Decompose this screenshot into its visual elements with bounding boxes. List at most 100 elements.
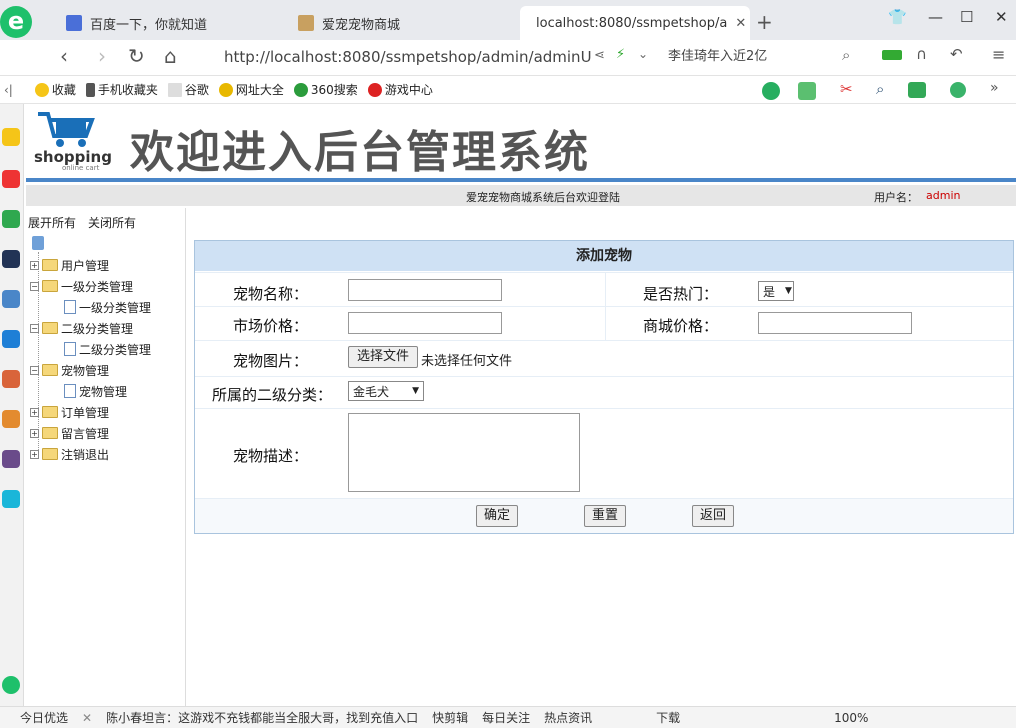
back-icon[interactable]: ‹: [60, 44, 68, 68]
bookmark-360search[interactable]: 360搜索: [293, 81, 358, 98]
image-label: 宠物图片：: [232, 352, 308, 370]
tree-item-order[interactable]: + 订单管理: [30, 402, 109, 422]
minus-icon[interactable]: −: [30, 281, 39, 291]
folder-icon: [42, 406, 58, 418]
tab-baidu[interactable]: 百度一下，你就知道: [58, 6, 288, 40]
game-icon[interactable]: [2, 450, 20, 468]
star-icon[interactable]: [2, 128, 20, 146]
star-icon: [34, 82, 49, 97]
market-price-input[interactable]: [348, 312, 502, 334]
undo-icon[interactable]: ↶: [950, 45, 963, 63]
tab-petshop[interactable]: 爱宠宠物商城: [290, 6, 520, 40]
more-icon[interactable]: »: [990, 80, 999, 96]
bookmark-games[interactable]: 游戏中心: [367, 81, 433, 98]
form-row: [195, 408, 1013, 498]
minus-icon[interactable]: −: [30, 365, 39, 375]
battery-icon[interactable]: [882, 50, 902, 60]
category-select[interactable]: 金毛犬 ▼: [348, 381, 424, 401]
game-icon[interactable]: [2, 370, 20, 388]
plus-icon[interactable]: +: [30, 407, 39, 417]
shop-price-input[interactable]: [758, 312, 912, 334]
bookmark-favorites[interactable]: 收藏: [34, 81, 76, 98]
tab-localhost[interactable]: localhost:8080/ssmpetshop/a ✕: [520, 6, 750, 40]
browser-sidebar: [0, 104, 24, 706]
tree-item-category2-child[interactable]: 二级分类管理: [64, 339, 151, 359]
news-icon[interactable]: [2, 250, 20, 268]
desc-label: 宠物描述：: [232, 447, 308, 465]
menu-icon[interactable]: ≡: [992, 45, 1005, 64]
close-window-icon[interactable]: ✕: [995, 8, 1008, 26]
status-news[interactable]: 陈小春坦言：这游戏不充钱都能当全服大哥，找到充值入口: [106, 709, 418, 726]
share-icon[interactable]: ⋖: [594, 48, 605, 63]
plus-icon[interactable]: +: [30, 260, 39, 270]
browser-logo-icon[interactable]: e: [0, 6, 32, 38]
download-status[interactable]: 下载: [656, 709, 680, 726]
globe-icon: [218, 82, 233, 97]
headphone-icon[interactable]: ∩: [916, 45, 927, 63]
reset-button[interactable]: 重置: [584, 505, 626, 527]
shirt-icon[interactable]: 👕: [888, 8, 907, 26]
message-icon[interactable]: [2, 330, 20, 348]
translate-icon[interactable]: [798, 82, 816, 100]
expand-all-link[interactable]: 展开所有: [28, 214, 76, 231]
new-tab-icon[interactable]: +: [756, 10, 773, 34]
bookmark-nav[interactable]: 网址大全: [218, 81, 284, 98]
bookmark-google[interactable]: 谷歌: [167, 81, 209, 98]
status-item[interactable]: 每日关注: [482, 709, 530, 726]
tree-item-message[interactable]: + 留言管理: [30, 423, 109, 443]
search-icon[interactable]: ⌕: [842, 46, 850, 64]
money-icon[interactable]: [950, 82, 966, 98]
home-icon[interactable]: ⌂: [164, 44, 177, 68]
close-tab-icon[interactable]: ✕: [735, 16, 746, 31]
maximize-icon[interactable]: ☐: [960, 8, 973, 26]
bookmark-mobile[interactable]: 手机收藏夹: [85, 81, 158, 98]
tree-item-logout[interactable]: + 注销退出: [30, 444, 109, 464]
folder-open-icon: [42, 322, 58, 334]
back-button[interactable]: 返回: [692, 505, 734, 527]
page-title: 欢迎进入后台管理系统: [130, 127, 590, 178]
chevron-down-icon[interactable]: ⌄: [638, 47, 648, 61]
sidebar-toggle-icon[interactable]: ‹|: [4, 83, 13, 97]
tree-item-category1[interactable]: − 一级分类管理: [30, 276, 133, 296]
tree-item-pet-child[interactable]: 宠物管理: [64, 381, 127, 401]
minus-icon[interactable]: −: [30, 323, 39, 333]
plus-icon[interactable]: +: [30, 449, 39, 459]
market-price-label: 市场价格：: [232, 317, 308, 335]
tree-item-pet[interactable]: − 宠物管理: [30, 360, 109, 380]
status-item[interactable]: 快剪辑: [432, 709, 468, 726]
zoom-level[interactable]: 100%: [834, 711, 868, 725]
doc-icon[interactable]: [2, 290, 20, 308]
ok-button[interactable]: 确定: [476, 505, 518, 527]
game-icon: [367, 82, 382, 97]
close-icon[interactable]: ✕: [82, 711, 92, 725]
forward-icon[interactable]: ›: [98, 44, 106, 68]
minimize-icon[interactable]: —: [928, 8, 943, 26]
url-input[interactable]: http://localhost:8080/ssmpetshop/admin/a…: [218, 44, 592, 70]
choose-file-button[interactable]: 选择文件: [348, 346, 418, 368]
dropdown-arrow-icon: ▼: [412, 386, 419, 396]
search-icon[interactable]: ⌕: [876, 80, 884, 98]
reload-icon[interactable]: ↻: [128, 44, 145, 68]
tree-item-category1-child[interactable]: 一级分类管理: [64, 297, 151, 317]
chat-icon[interactable]: [762, 82, 780, 100]
status-item[interactable]: 热点资讯: [544, 709, 592, 726]
folder-open-icon: [42, 280, 58, 292]
pet-name-input[interactable]: [348, 279, 502, 301]
scissors-icon[interactable]: ✂: [840, 80, 853, 98]
assistant-icon[interactable]: [2, 676, 20, 694]
lightning-icon[interactable]: ⚡: [616, 47, 625, 62]
game-icon[interactable]: [2, 410, 20, 428]
pet-desc-textarea[interactable]: [348, 413, 580, 492]
tree-item-category2[interactable]: − 二级分类管理: [30, 318, 133, 338]
plus-icon[interactable]: +: [30, 428, 39, 438]
tree-item-user[interactable]: + 用户管理: [30, 255, 109, 275]
app-icon[interactable]: [2, 490, 20, 508]
status-item[interactable]: 今日优选: [20, 709, 68, 726]
search-input[interactable]: 李佳琦年入近2亿: [668, 44, 868, 70]
collapse-all-link[interactable]: 关闭所有: [88, 214, 136, 231]
gamepad-icon[interactable]: [908, 82, 926, 98]
weibo-icon[interactable]: [2, 170, 20, 188]
folder-open-icon: [42, 364, 58, 376]
hot-select[interactable]: 是 ▼: [758, 281, 794, 301]
mail-icon[interactable]: [2, 210, 20, 228]
